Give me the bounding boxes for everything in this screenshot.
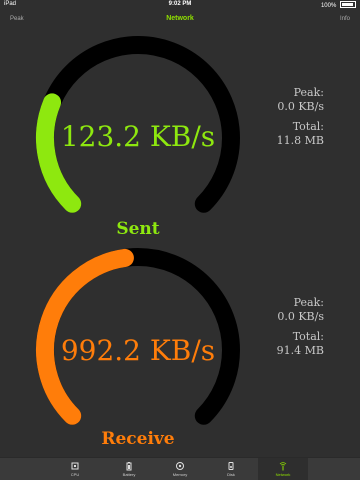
sent-stats: Peak: 0.0 KB/s Total: 11.8 MB — [277, 86, 324, 148]
receive-peak-value: 0.0 KB/s — [277, 310, 324, 323]
tab-disk[interactable]: Disk — [206, 458, 256, 480]
sent-gauge-fill — [36, 93, 82, 213]
tab-battery[interactable]: Battery — [104, 458, 154, 480]
battery-icon — [126, 462, 132, 471]
receive-gauge: 992.2 KB/s Receive — [36, 248, 240, 449]
tab-network[interactable]: Network — [258, 458, 308, 480]
sent-peak-value: 0.0 KB/s — [277, 100, 324, 113]
receive-stats: Peak: 0.0 KB/s Total: 91.4 MB — [277, 296, 324, 358]
sent-label: Sent — [116, 219, 159, 239]
sent-total-label: Total: — [292, 120, 324, 133]
network-icon — [279, 462, 287, 471]
gauges: 123.2 KB/s Sent 992.2 KB/s Receive — [36, 36, 240, 449]
tab-battery-label: Battery — [122, 472, 136, 477]
receive-peak-label: Peak: — [293, 296, 324, 309]
receive-total-label: Total: — [292, 330, 324, 343]
tab-memory[interactable]: Memory — [155, 458, 205, 480]
network-screen: iPad 9:02 PM 100% Peak Network Info 123.… — [0, 0, 360, 480]
tab-disk-label: Disk — [227, 472, 235, 477]
tab-cpu-label: CPU — [70, 472, 80, 477]
memory-icon — [176, 462, 184, 470]
cpu-icon — [71, 462, 79, 470]
tab-network-label: Network — [275, 472, 291, 477]
receive-rate-value: 992.2 KB/s — [61, 334, 215, 367]
tab-cpu[interactable]: CPU — [50, 458, 100, 480]
receive-label: Receive — [101, 429, 174, 449]
sent-rate-value: 123.2 KB/s — [61, 120, 215, 153]
tab-memory-label: Memory — [172, 472, 188, 477]
sent-gauge: 123.2 KB/s Sent — [36, 36, 240, 239]
tab-bar: CPU Battery Memory Disk Network — [0, 457, 360, 480]
sent-peak-label: Peak: — [293, 86, 324, 99]
receive-total-value: 91.4 MB — [276, 344, 324, 357]
disk-icon — [228, 462, 234, 470]
sent-total-value: 11.8 MB — [276, 134, 324, 147]
